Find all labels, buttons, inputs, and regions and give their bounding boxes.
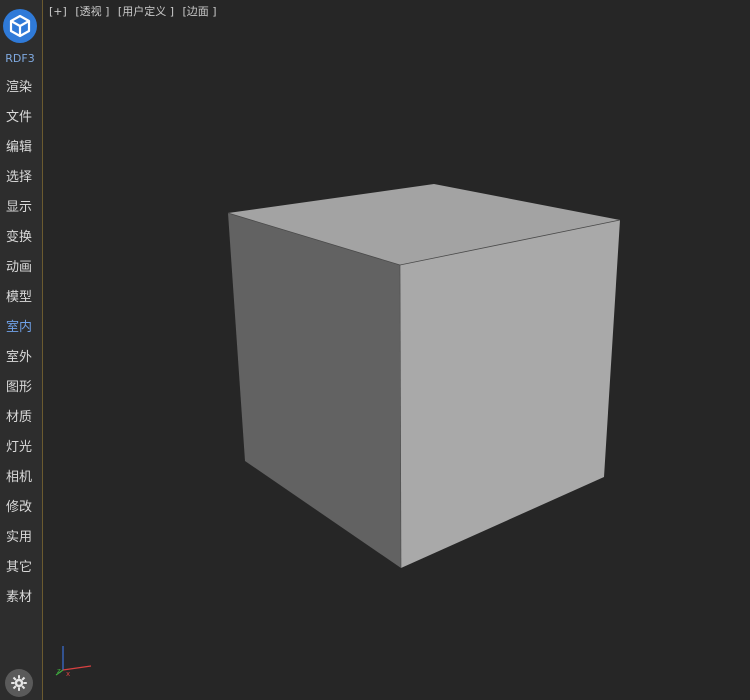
- sidebar-item-3[interactable]: 选择: [0, 163, 40, 193]
- sidebar: RDF3 渲染 文件 编辑 选择 显示 变换 动画 模型 室内 室外 图形 材质 灯光 相机 修改 实用 其它素…: [0, 0, 43, 700]
- sidebar-item-12[interactable]: 灯光: [0, 433, 40, 463]
- sidebar-item-16[interactable]: 其它: [0, 553, 40, 583]
- sidebar-item-11[interactable]: 材质: [0, 403, 40, 433]
- sidebar-item-17[interactable]: 素材: [0, 583, 40, 613]
- sidebar-item-2[interactable]: 编辑: [0, 133, 40, 163]
- brand-label: RDF3: [5, 52, 35, 65]
- sidebar-item-15[interactable]: 实用: [0, 523, 40, 553]
- cube-left-face: [228, 213, 401, 568]
- perspective-viewport[interactable]: [+] [透视 ] [用户定义 ] [边面 ] z x: [44, 0, 750, 700]
- svg-text:z: z: [57, 667, 61, 675]
- gear-icon[interactable]: [5, 669, 33, 697]
- brand-logo-icon[interactable]: [3, 9, 37, 43]
- sidebar-item-8[interactable]: 室内: [0, 313, 40, 343]
- sidebar-item-7[interactable]: 模型: [0, 283, 40, 313]
- sidebar-item-6[interactable]: 动画: [0, 253, 40, 283]
- sidebar-item-9[interactable]: 室外: [0, 343, 40, 373]
- sidebar-item-10[interactable]: 图形: [0, 373, 40, 403]
- app-window: RDF3 渲染 文件 编辑 选择 显示 变换 动画 模型 室内 室外 图形 材质 灯光 相机 修改 实用 其它素…: [0, 0, 750, 700]
- sidebar-item-1[interactable]: 文件: [0, 103, 40, 133]
- sidebar-item-5[interactable]: 变换: [0, 223, 40, 253]
- sidebar-item-14[interactable]: 修改: [0, 493, 40, 523]
- scene-canvas: [227, 184, 621, 569]
- axis-gizmo-icon: z x: [55, 646, 92, 678]
- sidebar-item-4[interactable]: 显示: [0, 193, 40, 223]
- sidebar-menu: 渲染 文件 编辑 选择 显示 变换 动画 模型 室内 室外 图形 材质 灯光 相机 修改 实用 其它 素材: [0, 73, 40, 613]
- sidebar-item-0[interactable]: 渲染: [0, 73, 40, 103]
- sidebar-item-13[interactable]: 相机: [0, 463, 40, 493]
- cube-object[interactable]: [227, 184, 621, 569]
- cube-right-face: [400, 220, 620, 568]
- svg-text:x: x: [66, 670, 70, 678]
